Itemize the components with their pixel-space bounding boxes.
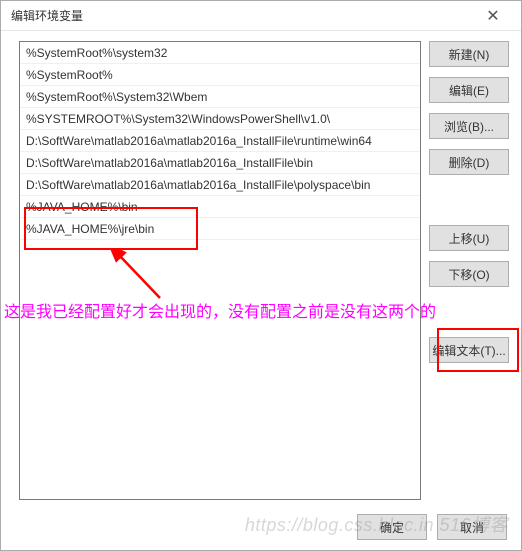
path-listbox[interactable]: %SystemRoot%\system32 %SystemRoot% %Syst…	[19, 41, 421, 500]
browse-button[interactable]: 浏览(B)...	[429, 113, 509, 139]
edit-button[interactable]: 编辑(E)	[429, 77, 509, 103]
list-item[interactable]: %JAVA_HOME%\jre\bin	[20, 218, 420, 240]
close-button[interactable]: ✕	[475, 2, 511, 30]
env-var-dialog: 编辑环境变量 ✕ %SystemRoot%\system32 %SystemRo…	[0, 0, 522, 551]
list-item[interactable]: D:\SoftWare\matlab2016a\matlab2016a_Inst…	[20, 130, 420, 152]
edit-text-button[interactable]: 编辑文本(T)...	[429, 337, 509, 363]
new-button[interactable]: 新建(N)	[429, 41, 509, 67]
dialog-footer: 确定 取消	[357, 514, 507, 540]
list-item[interactable]: %SYSTEMROOT%\System32\WindowsPowerShell\…	[20, 108, 420, 130]
move-up-button[interactable]: 上移(U)	[429, 225, 509, 251]
move-down-button[interactable]: 下移(O)	[429, 261, 509, 287]
list-item[interactable]: %JAVA_HOME%\bin	[20, 196, 420, 218]
ok-button[interactable]: 确定	[357, 514, 427, 540]
content-area: %SystemRoot%\system32 %SystemRoot% %Syst…	[19, 41, 509, 500]
list-item[interactable]: D:\SoftWare\matlab2016a\matlab2016a_Inst…	[20, 174, 420, 196]
list-item[interactable]: D:\SoftWare\matlab2016a\matlab2016a_Inst…	[20, 152, 420, 174]
list-item[interactable]: %SystemRoot%\System32\Wbem	[20, 86, 420, 108]
list-item[interactable]: %SystemRoot%	[20, 64, 420, 86]
cancel-button[interactable]: 取消	[437, 514, 507, 540]
list-item[interactable]: %SystemRoot%\system32	[20, 42, 420, 64]
annotation-text: 这是我已经配置好才会出现的，没有配置之前是没有这两个的	[4, 298, 436, 322]
delete-button[interactable]: 删除(D)	[429, 149, 509, 175]
titlebar: 编辑环境变量 ✕	[1, 1, 521, 31]
close-icon: ✕	[486, 6, 499, 26]
button-column: 新建(N) 编辑(E) 浏览(B)... 删除(D) 上移(U) 下移(O) 编…	[429, 41, 509, 500]
dialog-title: 编辑环境变量	[11, 7, 83, 24]
